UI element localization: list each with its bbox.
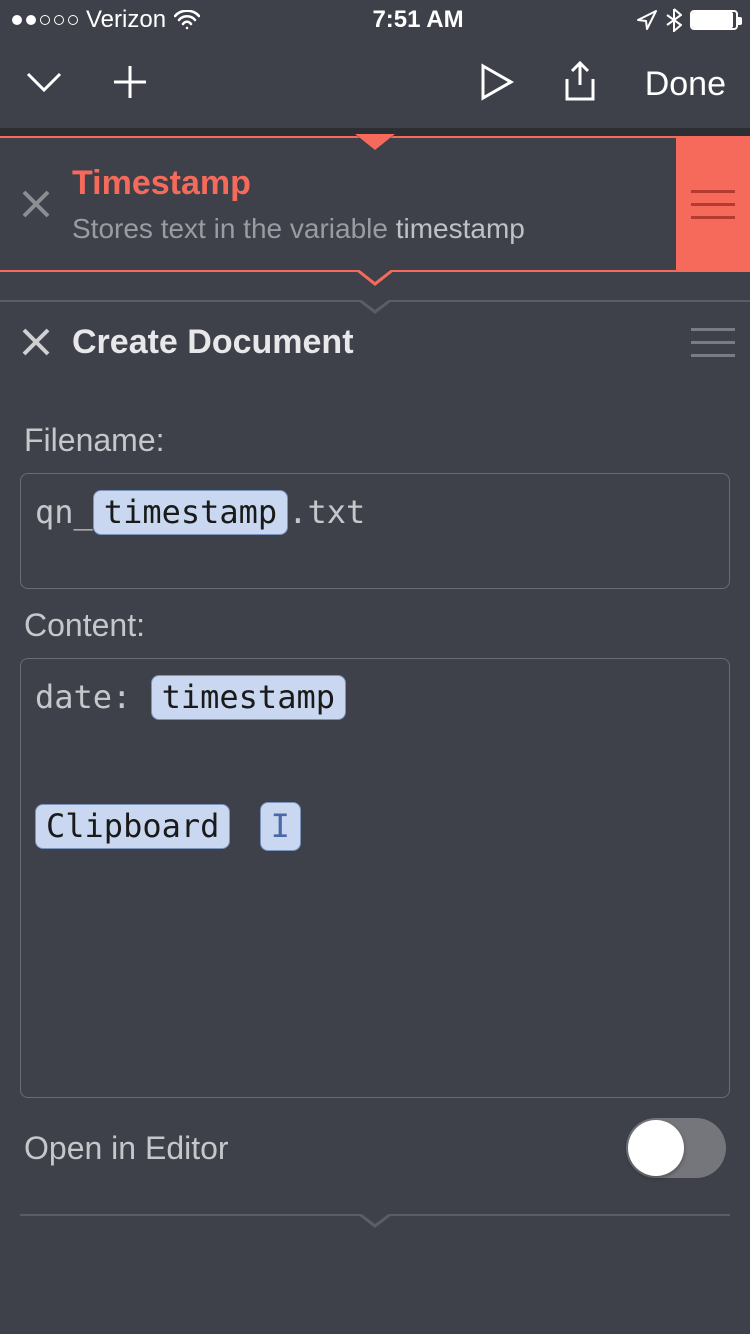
open-in-editor-row: Open in Editor xyxy=(20,1098,730,1190)
filename-label: Filename: xyxy=(24,422,726,459)
notch-bottom-icon xyxy=(355,270,395,286)
wifi-icon xyxy=(174,10,200,30)
chevron-down-icon xyxy=(24,70,64,94)
variable-token-clipboard[interactable]: Clipboard xyxy=(35,804,230,849)
bottom-divider xyxy=(20,1214,730,1254)
location-icon xyxy=(636,9,658,31)
remove-step-button[interactable] xyxy=(0,189,72,219)
signal-strength-icon xyxy=(12,15,78,25)
bluetooth-icon xyxy=(666,8,682,32)
grip-line-icon xyxy=(691,328,735,331)
text-literal: qn_ xyxy=(35,493,93,531)
step-title: Create Document xyxy=(72,323,676,362)
open-in-editor-toggle[interactable] xyxy=(626,1118,726,1178)
notch-top-icon xyxy=(357,300,393,314)
text-literal: date: xyxy=(35,678,151,716)
remove-step-button[interactable] xyxy=(0,327,72,357)
toggle-knob-icon xyxy=(628,1120,684,1176)
step-subtitle: Stores text in the variable timestamp xyxy=(72,213,676,245)
grip-line-icon xyxy=(691,341,735,344)
reorder-handle[interactable] xyxy=(676,302,750,382)
reorder-handle[interactable] xyxy=(676,138,750,270)
grip-line-icon xyxy=(691,354,735,357)
step-title: Timestamp xyxy=(72,164,676,203)
step-timestamp[interactable]: Timestamp Stores text in the variable ti… xyxy=(0,136,750,272)
close-icon xyxy=(21,327,51,357)
carrier-label: Verizon xyxy=(86,6,166,34)
content-field[interactable]: date: timestamp Clipboard I xyxy=(20,658,730,1098)
battery-icon xyxy=(690,10,738,30)
share-button[interactable] xyxy=(563,61,597,108)
add-button[interactable] xyxy=(112,64,148,105)
filename-field[interactable]: qn_timestamp.txt xyxy=(20,473,730,589)
play-icon xyxy=(479,62,515,102)
step-params: Filename: qn_timestamp.txt Content: date… xyxy=(0,382,750,1276)
open-in-editor-label: Open in Editor xyxy=(24,1130,229,1167)
grip-line-icon xyxy=(691,190,735,193)
notch-bottom-icon xyxy=(357,1214,393,1228)
step-create-document[interactable]: Create Document xyxy=(0,300,750,382)
cursor-indicator: I xyxy=(260,802,301,851)
run-button[interactable] xyxy=(479,62,515,107)
plus-icon xyxy=(112,64,148,100)
close-icon xyxy=(21,189,51,219)
grip-line-icon xyxy=(691,216,735,219)
toolbar: Done xyxy=(0,40,750,128)
step-content: Timestamp Stores text in the variable ti… xyxy=(72,146,676,263)
variable-token-timestamp[interactable]: timestamp xyxy=(93,490,288,535)
status-right xyxy=(636,8,738,32)
clock: 7:51 AM xyxy=(372,6,463,34)
collapse-button[interactable] xyxy=(24,70,64,99)
status-bar: Verizon 7:51 AM xyxy=(0,0,750,40)
notch-top-icon xyxy=(357,136,393,150)
grip-line-icon xyxy=(691,203,735,206)
done-button[interactable]: Done xyxy=(645,65,726,104)
status-left: Verizon xyxy=(12,6,200,34)
text-literal: .txt xyxy=(288,493,365,531)
share-icon xyxy=(563,61,597,103)
step-content: Create Document xyxy=(72,305,676,380)
content-label: Content: xyxy=(24,607,726,644)
variable-token-timestamp[interactable]: timestamp xyxy=(151,675,346,720)
